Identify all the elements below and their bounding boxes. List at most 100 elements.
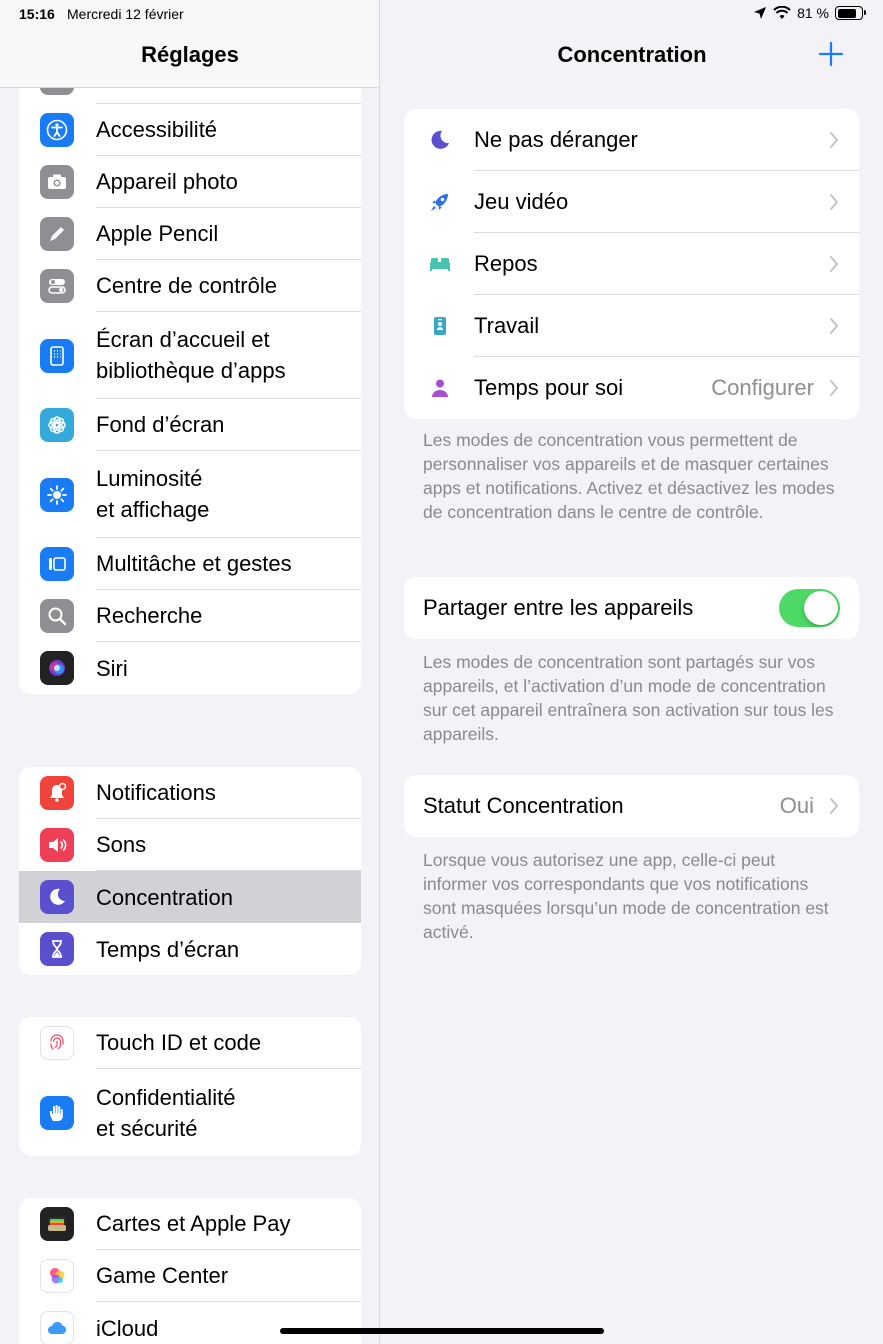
sun-icon — [40, 477, 74, 512]
sidebar-item-touch-id-et-code[interactable]: Touch ID et code — [19, 1017, 361, 1069]
status-card: Statut Concentration Oui — [404, 775, 859, 837]
share-row[interactable]: Partager entre les appareils — [404, 577, 859, 639]
pencil-icon — [40, 217, 74, 251]
chevron-right-icon — [830, 380, 838, 396]
settings-group: Cartes et Apple Pay Game Center iCloud — [19, 1198, 361, 1344]
sidebar-item-confidentialite-et-securite[interactable]: Confidentialité et sécurité — [19, 1069, 361, 1156]
sidebar-item-accessibilite[interactable]: Accessibilité — [19, 104, 361, 156]
focus-mode-temps-pour-soi[interactable]: Temps pour soi Configurer — [404, 357, 859, 419]
status-indicators: 81 % — [753, 5, 866, 21]
sidebar-item-label: Appareil photo — [96, 169, 238, 194]
sidebar-item-sons[interactable]: Sons — [19, 819, 361, 871]
sidebar-item-label: Centre de contrôle — [96, 273, 277, 298]
focus-mode-jeu-video[interactable]: Jeu vidéo — [404, 171, 859, 233]
chevron-right-icon — [830, 256, 838, 272]
sidebar-item-label: Confidentialité — [96, 1084, 236, 1110]
sidebar-item-label: Cartes et Apple Pay — [96, 1211, 291, 1236]
sidebar-item-appareil-photo[interactable]: Appareil photo — [19, 156, 361, 208]
sidebar-item-label: Touch ID et code — [96, 1030, 262, 1055]
sidebar-item-luminosite-et-affichage[interactable]: Luminosité et affichage — [19, 451, 361, 538]
sidebar-item-label: et affichage — [96, 497, 210, 522]
sidebar-item-label: Sons — [96, 832, 147, 857]
person-icon — [428, 376, 452, 400]
sidebar-item-label: Game Center — [96, 1263, 229, 1288]
sidebar-item-fond-d-ecran[interactable]: Fond d’écran — [19, 399, 361, 451]
settings-group: Notifications Sons Concentration Temps d… — [19, 767, 361, 975]
sidebar-item-label: Accessibilité — [96, 117, 218, 142]
wifi-icon — [773, 6, 791, 19]
focus-mode-repos[interactable]: Repos — [404, 233, 859, 295]
sidebar-item-temps-d-ecran[interactable]: Temps d’écran — [19, 923, 361, 975]
settings-group: Touch ID et code Confidentialité et sécur… — [19, 1017, 361, 1156]
sidebar-item-label: et sécurité — [96, 1115, 198, 1141]
chevron-right-icon — [830, 798, 838, 814]
share-label: Partager entre les appareils — [423, 595, 694, 620]
sidebar-item-centre-de-controle[interactable]: Centre de contrôle — [19, 260, 361, 312]
sidebar-item-text: Fond d’écran — [96, 399, 361, 451]
sidebar-item-apple-pencil[interactable]: Apple Pencil — [19, 208, 361, 260]
chevron-right-icon — [830, 132, 838, 148]
sidebar-item-label: Luminosité — [96, 466, 203, 491]
sidebar-item-multitache-et-gestes[interactable]: Multitâche et gestes — [19, 538, 361, 590]
share-toggle[interactable] — [779, 589, 840, 627]
sidebar-item-label: Apple Pencil — [96, 221, 219, 246]
sidebar-item-label: Siri — [96, 655, 128, 681]
sidebar-item-text: Game Center — [96, 1250, 361, 1302]
sidebar-item-siri[interactable]: Siri — [19, 642, 361, 694]
battery-percentage: 81 % — [797, 5, 829, 21]
sidebar-item-label: Fond d’écran — [96, 412, 225, 437]
status-time: 15:16 — [19, 6, 55, 22]
settings-group: Général Accessibilité Appareil photo App… — [19, 52, 361, 694]
battery-fill — [837, 8, 857, 18]
sidebar-item-text: Sons — [96, 819, 361, 871]
wallet-icon — [40, 1207, 74, 1241]
sidebar-title: Réglages — [141, 42, 239, 67]
sidebar-item-concentration[interactable]: Concentration — [19, 871, 361, 923]
chevron-right-icon — [830, 318, 838, 334]
accessibility-icon — [40, 113, 74, 147]
focus-mode-travail[interactable]: Travail — [404, 295, 859, 357]
sidebar-item-text: Recherche — [96, 590, 361, 642]
sidebar-item-text: Temps d’écran — [96, 923, 361, 975]
focus-modes-note: Les modes de concentration vous permette… — [423, 430, 835, 522]
sidebar-item-text: iCloud — [96, 1302, 361, 1344]
sidebar-item-text: Appareil photo — [96, 156, 361, 208]
focus-mode-ne-pas-deranger[interactable]: Ne pas déranger — [404, 109, 859, 171]
sidebar-item-cartes-et-apple-pay[interactable]: Cartes et Apple Pay — [19, 1198, 361, 1250]
sidebar-item-text: Luminosité et affichage — [96, 451, 361, 538]
moon-icon — [428, 128, 452, 152]
share-note: Les modes de concentration sont partagés… — [423, 652, 834, 744]
hourglass-icon — [40, 932, 74, 966]
speaker-icon — [40, 828, 74, 862]
sidebar-item-text: Écran d’accueil et bibliothèque d’apps — [96, 312, 361, 399]
sidebar-item-notifications[interactable]: Notifications — [19, 767, 361, 819]
sidebar-item-text: Touch ID et code — [96, 1017, 361, 1069]
sidebar-item-label: Recherche — [96, 603, 203, 628]
sidebar-item-text: Apple Pencil — [96, 208, 361, 260]
sidebar-item-ecran-d-accueil-et-bibliotheque-d-apps[interactable]: Écran d’accueil et bibliothèque d’apps — [19, 312, 361, 399]
sidebar-item-text: Multitâche et gestes — [96, 538, 361, 590]
sidebar-item-text: Cartes et Apple Pay — [96, 1198, 361, 1250]
home-indicator — [280, 1328, 604, 1334]
add-focus-button[interactable] — [817, 40, 845, 68]
focus-status-label: Statut Concentration — [423, 793, 624, 818]
focus-status-row[interactable]: Statut Concentration Oui — [404, 775, 859, 837]
focus-mode-label: Repos — [474, 233, 859, 295]
sidebar-item-recherche[interactable]: Recherche — [19, 590, 361, 642]
sidebar-item-label: Temps d’écran — [96, 936, 240, 962]
fingerprint-icon — [40, 1026, 74, 1060]
sidebar-item-game-center[interactable]: Game Center — [19, 1250, 361, 1302]
sidebar-item-label: Écran d’accueil et — [96, 327, 270, 352]
sidebar-item-text: Confidentialité et sécurité — [96, 1069, 361, 1156]
toggle-knob — [804, 591, 838, 625]
sidebar-item-icloud[interactable]: iCloud — [19, 1302, 361, 1344]
bed-icon — [428, 252, 452, 276]
sidebar-item-label: Multitâche et gestes — [96, 551, 292, 576]
focus-mode-value: Configurer — [711, 375, 814, 400]
sidebar-item-label: Notifications — [96, 780, 216, 805]
flower-icon — [40, 408, 74, 442]
toggles-icon — [40, 269, 74, 303]
home-screen-icon — [40, 338, 74, 373]
settings-sidebar[interactable]: Réglages Général Accessibilité Appareil … — [0, 0, 380, 1344]
siri-icon — [40, 651, 74, 685]
